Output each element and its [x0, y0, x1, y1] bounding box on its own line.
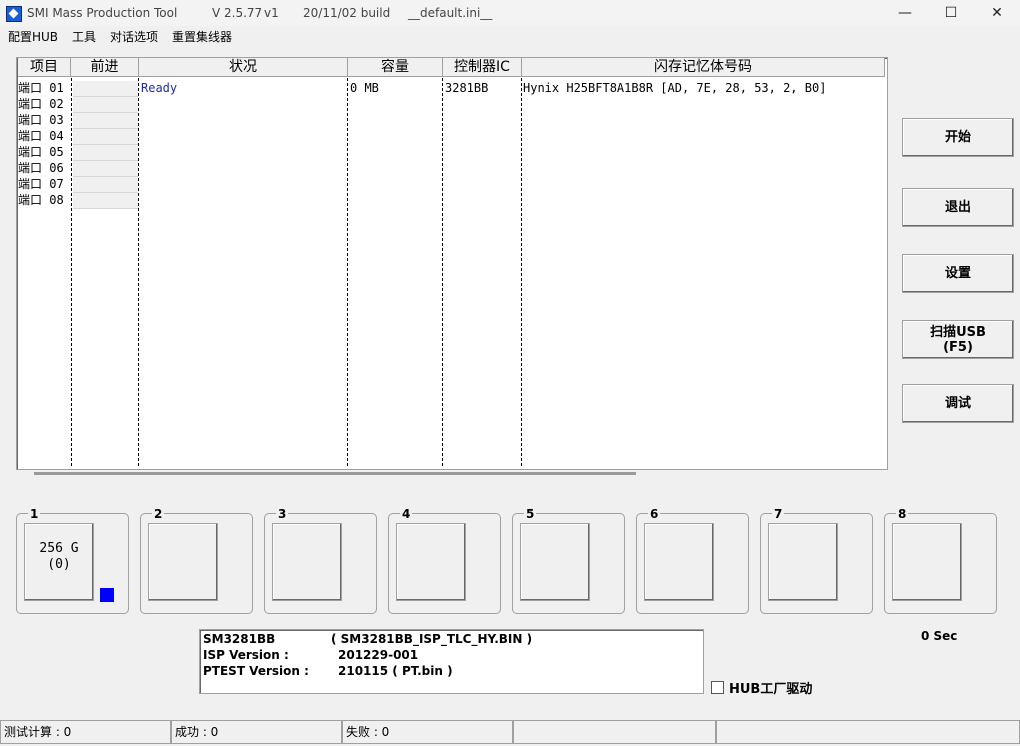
- port-1-status-button[interactable]: 256 G (0): [24, 523, 94, 601]
- port-box-number-2: 2: [152, 507, 165, 521]
- settings-button[interactable]: 设置: [902, 254, 1014, 293]
- scan-usb-shortcut: (F5): [943, 339, 973, 355]
- port-8-status-button[interactable]: [892, 523, 962, 601]
- port-label-03[interactable]: 端口 03: [18, 112, 64, 128]
- start-button[interactable]: 开始: [902, 118, 1014, 157]
- hub-driver-checkbox[interactable]: [711, 681, 724, 694]
- scan-usb-label: 扫描USB: [930, 324, 986, 340]
- menu-dialog-options[interactable]: 对话选项: [110, 28, 158, 45]
- port-6-status-button[interactable]: [644, 523, 714, 601]
- isp-file-name: ( SM3281BB_ISP_TLC_HY.BIN ): [331, 632, 533, 646]
- port-label-07[interactable]: 端口 07: [18, 176, 64, 192]
- port-box-number-6: 6: [648, 507, 661, 521]
- ptest-version-value: 210115 ( PT.bin ): [338, 664, 453, 678]
- status-cell-01: Ready: [141, 81, 178, 95]
- capacity-cell-01: 0 MB: [350, 81, 379, 95]
- progress-cell-04: [73, 129, 138, 145]
- status-test-count: 测试计算 : 0: [0, 720, 171, 744]
- port-1-indicator: [100, 588, 114, 602]
- flash-id-cell-01: Hynix H25BFT8A1B8R [AD, 7E, 28, 53, 2, B…: [523, 81, 827, 95]
- port-table: [16, 57, 888, 470]
- header-controller-ic[interactable]: 控制器IC: [443, 58, 522, 77]
- port-label-01[interactable]: 端口 01: [18, 80, 64, 96]
- progress-cell-07: [73, 177, 138, 193]
- app-version: V 2.5.77: [212, 6, 263, 20]
- column-divider: [442, 78, 443, 466]
- port-box-number-4: 4: [400, 507, 413, 521]
- progress-cell-01: [73, 81, 138, 97]
- progress-cell-05: [73, 145, 138, 161]
- port-4-status-button[interactable]: [396, 523, 466, 601]
- port-box-number-5: 5: [524, 507, 537, 521]
- column-divider: [138, 78, 139, 466]
- header-item[interactable]: 项目: [18, 58, 71, 77]
- header-flash-id[interactable]: 闪存记忆体号码: [522, 58, 885, 77]
- menu-reset-hub[interactable]: 重置集线器: [172, 28, 232, 45]
- menu-config-hub[interactable]: 配置HUB: [8, 28, 58, 45]
- port-7-status-button[interactable]: [768, 523, 838, 601]
- status-success-count: 成功 : 0: [171, 720, 342, 744]
- progress-cell-08: [73, 193, 138, 209]
- column-divider: [347, 78, 348, 466]
- close-button[interactable]: ✕: [974, 0, 1020, 26]
- header-progress[interactable]: 前进: [71, 58, 139, 77]
- app-build: 20/11/02 build: [303, 6, 391, 20]
- port-box-number-3: 3: [276, 507, 289, 521]
- port-3-status-button[interactable]: [272, 523, 342, 601]
- port-box-number-1: 1: [28, 507, 41, 521]
- ptest-version-label: PTEST Version :: [203, 664, 309, 678]
- minimize-button[interactable]: —: [882, 0, 928, 26]
- exit-button[interactable]: 退出: [902, 188, 1014, 227]
- isp-version-label: ISP Version :: [203, 648, 289, 662]
- status-panel-empty: [513, 720, 716, 744]
- status-panel-empty: [716, 720, 1020, 744]
- column-divider: [521, 78, 522, 466]
- debug-button[interactable]: 调试: [902, 384, 1014, 423]
- progress-cell-03: [73, 113, 138, 129]
- progress-cell-02: [73, 97, 138, 113]
- app-title: SMI Mass Production Tool: [27, 6, 178, 20]
- controller-model: SM3281BB: [203, 632, 276, 646]
- controller-cell-01: 3281BB: [445, 81, 489, 95]
- menu-tools[interactable]: 工具: [72, 28, 96, 45]
- port-label-08[interactable]: 端口 08: [18, 192, 64, 208]
- column-divider: [71, 78, 72, 466]
- scan-usb-button[interactable]: 扫描USB (F5): [902, 320, 1014, 359]
- port-label-05[interactable]: 端口 05: [18, 144, 64, 160]
- horizontal-scrollbar[interactable]: [34, 472, 636, 475]
- header-capacity[interactable]: 容量: [348, 58, 443, 77]
- hub-driver-label[interactable]: HUB工厂驱动: [729, 678, 812, 697]
- status-fail-count: 失败 : 0: [342, 720, 513, 744]
- elapsed-timer: 0 Sec: [921, 629, 958, 643]
- port-box-number-7: 7: [772, 507, 785, 521]
- progress-cell-06: [73, 161, 138, 177]
- app-icon: [6, 6, 22, 22]
- port-label-06[interactable]: 端口 06: [18, 160, 64, 176]
- port-box-number-8: 8: [896, 507, 909, 521]
- header-status[interactable]: 状况: [139, 58, 348, 77]
- port-1-capacity: 256 G: [39, 541, 79, 556]
- port-5-status-button[interactable]: [520, 523, 590, 601]
- config-file-name: __default.ini__: [408, 6, 493, 20]
- port-2-status-button[interactable]: [148, 523, 218, 601]
- port-1-count: (0): [47, 557, 71, 572]
- app-variant: v1: [264, 6, 279, 20]
- port-label-04[interactable]: 端口 04: [18, 128, 64, 144]
- maximize-button[interactable]: ☐: [928, 0, 974, 26]
- isp-version-value: 201229-001: [338, 648, 419, 662]
- port-label-02[interactable]: 端口 02: [18, 96, 64, 112]
